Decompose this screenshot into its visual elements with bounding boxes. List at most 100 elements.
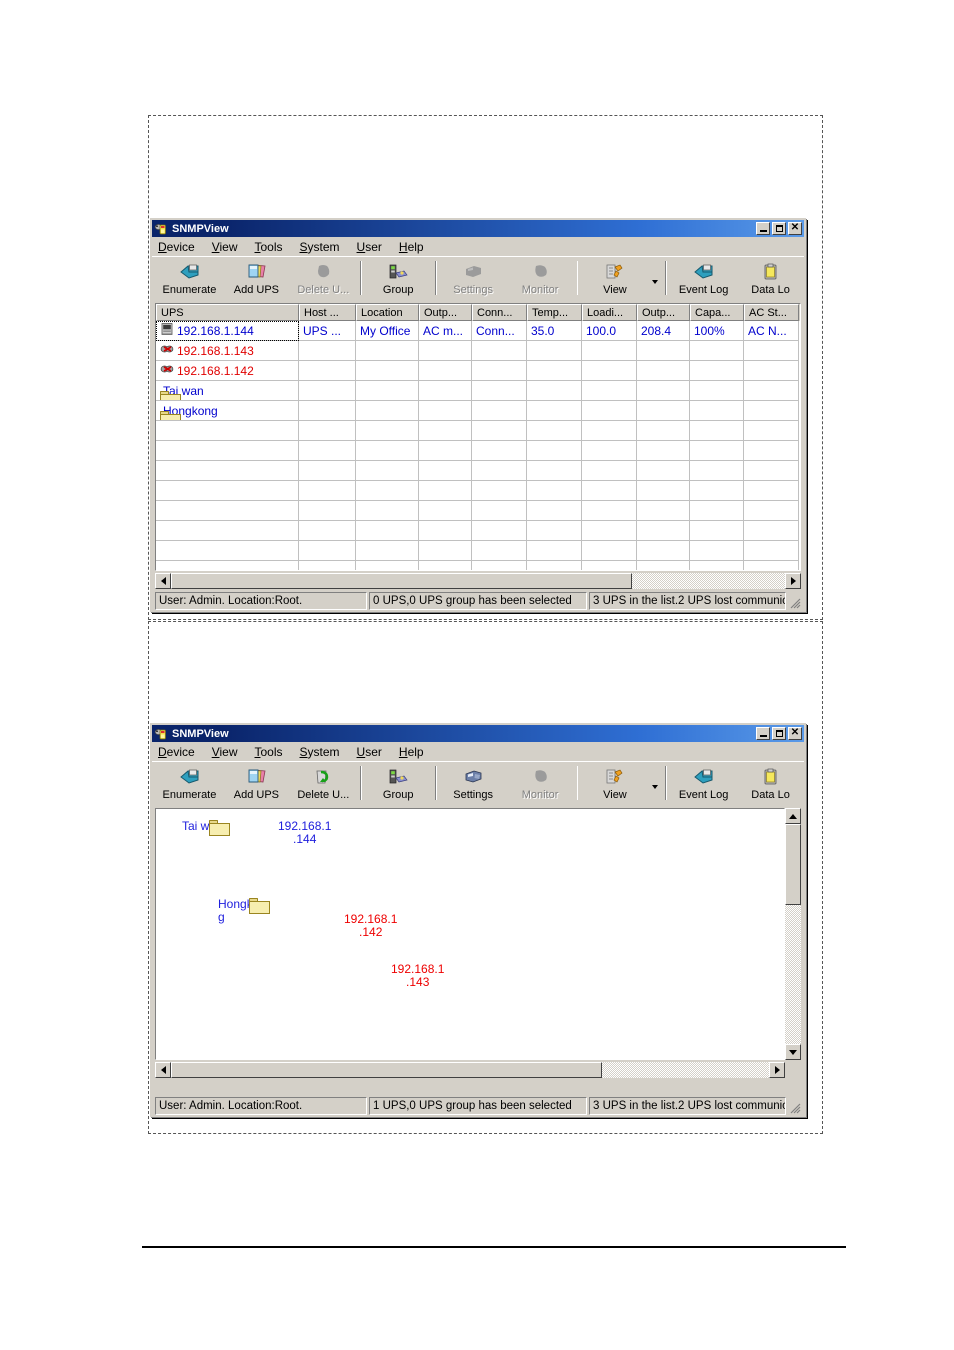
toolbar-button-view[interactable]: View	[581, 257, 648, 301]
table-row-empty[interactable]	[156, 501, 800, 521]
table-row[interactable]: 192.168.1.144 UPS ... My Office AC m... Conn…	[156, 321, 800, 341]
table-cell	[744, 461, 799, 481]
map-node[interactable]: 192.168.1 .144	[278, 820, 331, 846]
ups-map-view[interactable]: Tai wan 192.168.1 .144 Hongkon g 192.168.1 …	[155, 808, 785, 1060]
horizontal-scrollbar[interactable]	[155, 573, 801, 589]
snmpview-window-map: SNMPView ✕ Device View Tools System User…	[150, 723, 806, 1117]
menu-item-user[interactable]: User	[357, 745, 382, 759]
scroll-right-button[interactable]	[785, 573, 801, 589]
list-header-row[interactable]: UPS Host ... Location Outp... Conn... Temp...…	[156, 304, 800, 321]
toolbar-button-data-log[interactable]: Data Lo	[737, 257, 804, 301]
scroll-track[interactable]	[785, 824, 801, 1044]
toolbar-button-group[interactable]: Group	[365, 762, 432, 806]
table-cell	[690, 381, 744, 401]
table-row[interactable]: Hongkong	[156, 401, 800, 421]
table-cell	[582, 521, 637, 541]
menu-item-tools[interactable]: Tools	[255, 240, 283, 254]
resize-gripper-icon[interactable]	[788, 592, 802, 610]
scroll-left-button[interactable]	[155, 573, 171, 589]
column-header-3[interactable]: Outp...	[419, 304, 472, 321]
view-dropdown-arrow[interactable]	[648, 762, 662, 806]
table-row-empty[interactable]	[156, 561, 800, 570]
toolbar-button-add-ups[interactable]: Add UPS	[223, 762, 290, 806]
table-cell	[637, 421, 690, 441]
toolbar-button-enumerate[interactable]: Enumerate	[156, 762, 223, 806]
menu-item-view[interactable]: View	[212, 745, 238, 759]
table-cell	[156, 561, 299, 570]
scroll-right-button[interactable]	[769, 1062, 785, 1078]
scroll-up-button[interactable]	[785, 808, 801, 824]
table-row-empty[interactable]	[156, 541, 800, 561]
menu-item-view[interactable]: View	[212, 240, 238, 254]
table-cell	[356, 381, 419, 401]
map-node[interactable]: 192.168.1 .143	[391, 963, 444, 989]
menu-item-system[interactable]: System	[300, 745, 340, 759]
table-cell: 100%	[690, 321, 744, 341]
table-row-empty[interactable]	[156, 441, 800, 461]
menu-item-device[interactable]: Device	[158, 240, 195, 254]
toolbar-button-settings[interactable]: Settings	[440, 762, 507, 806]
toolbar-button-data-log[interactable]: Data Lo	[737, 762, 804, 806]
view-dropdown-arrow[interactable]	[648, 257, 662, 301]
table-row-empty[interactable]	[156, 421, 800, 441]
table-row-empty[interactable]	[156, 521, 800, 541]
toolbar-button-delete-ups[interactable]: Delete U...	[290, 762, 357, 806]
toolbar-button-event-log[interactable]: Event Log	[670, 762, 737, 806]
title-bar[interactable]: SNMPView ✕	[152, 725, 804, 742]
column-header-5[interactable]: Temp...	[527, 304, 582, 321]
menu-item-device[interactable]: Device	[158, 745, 195, 759]
column-header-9[interactable]: AC St...	[744, 304, 799, 321]
table-cell	[744, 561, 799, 570]
title-bar[interactable]: SNMPView ✕	[152, 220, 804, 237]
toolbar-button-group[interactable]: Group	[365, 257, 432, 301]
menu-item-user[interactable]: User	[357, 240, 382, 254]
scroll-thumb[interactable]	[171, 573, 632, 589]
toolbar-button-view[interactable]: View	[581, 762, 648, 806]
close-button[interactable]: ✕	[788, 222, 802, 235]
toolbar-button-enumerate[interactable]: Enumerate	[156, 257, 223, 301]
map-node[interactable]: 192.168.1 .142	[344, 913, 397, 939]
list-body[interactable]: 192.168.1.144 UPS ... My Office AC m... Conn…	[156, 321, 800, 570]
resize-gripper-icon[interactable]	[788, 1097, 802, 1115]
column-header-0[interactable]: UPS	[156, 304, 299, 321]
close-button[interactable]: ✕	[788, 727, 802, 740]
scroll-thumb[interactable]	[785, 824, 801, 906]
table-cell	[690, 561, 744, 570]
maximize-button[interactable]	[772, 727, 786, 740]
column-header-4[interactable]: Conn...	[472, 304, 527, 321]
table-row-empty[interactable]	[156, 481, 800, 501]
scroll-thumb[interactable]	[171, 1062, 602, 1078]
toolbar-button-event-log[interactable]: Event Log	[670, 257, 737, 301]
menu-item-system[interactable]: System	[300, 240, 340, 254]
scroll-down-button[interactable]	[785, 1044, 801, 1060]
table-row-empty[interactable]	[156, 461, 800, 481]
table-cell	[472, 441, 527, 461]
table-cell	[356, 481, 419, 501]
column-header-7[interactable]: Outp...	[637, 304, 690, 321]
minimize-button[interactable]	[756, 727, 770, 740]
status-summary: 3 UPS in the list.2 UPS lost communic	[589, 592, 786, 610]
column-header-2[interactable]: Location	[356, 304, 419, 321]
maximize-button[interactable]	[772, 222, 786, 235]
scroll-left-button[interactable]	[155, 1062, 171, 1078]
toolbar-button-monitor: Monitor	[507, 257, 574, 301]
table-row[interactable]: 192.168.1.143	[156, 341, 800, 361]
minimize-button[interactable]	[756, 222, 770, 235]
scroll-track[interactable]	[171, 1062, 769, 1078]
vertical-scrollbar[interactable]	[785, 808, 801, 1060]
menu-item-help[interactable]: Help	[399, 240, 424, 254]
scroll-track[interactable]	[171, 573, 785, 589]
toolbar-button-add-ups[interactable]: Add UPS	[223, 257, 290, 301]
table-cell	[356, 361, 419, 381]
map-node[interactable]: Hongkon g	[218, 898, 271, 924]
column-header-6[interactable]: Loadi...	[582, 304, 637, 321]
column-header-8[interactable]: Capa...	[690, 304, 744, 321]
map-node[interactable]: Tai wan	[182, 820, 231, 836]
menu-item-help[interactable]: Help	[399, 745, 424, 759]
menu-item-tools[interactable]: Tools	[255, 745, 283, 759]
column-header-1[interactable]: Host ...	[299, 304, 356, 321]
ups-list-view[interactable]: UPS Host ... Location Outp... Conn... Temp...…	[155, 303, 801, 571]
horizontal-scrollbar[interactable]	[155, 1062, 785, 1078]
table-row[interactable]: Tai wan	[156, 381, 800, 401]
table-row[interactable]: 192.168.1.142	[156, 361, 800, 381]
